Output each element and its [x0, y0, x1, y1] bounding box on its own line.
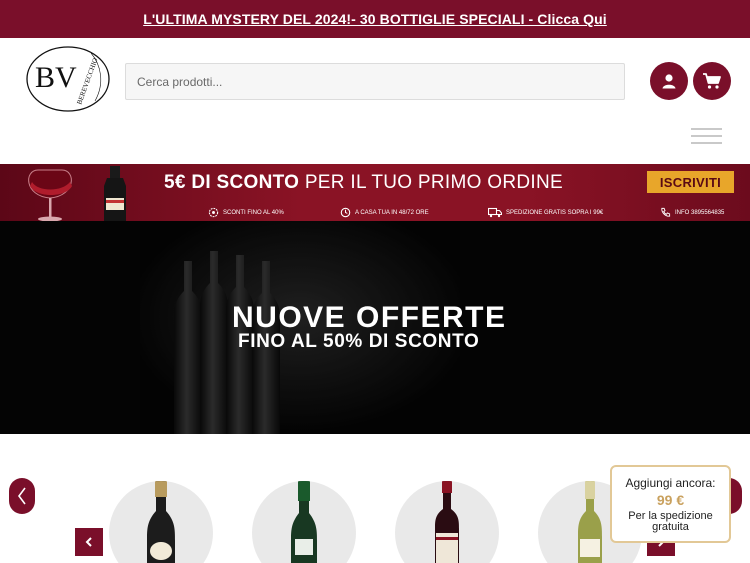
- promo-headline-bold: 5€ DI SCONTO: [164, 172, 300, 193]
- announcement-link[interactable]: L'ULTIMA MYSTERY DEL 2024!- 30 BOTTIGLIE…: [143, 11, 607, 27]
- shipping-notice-caption: Per la spedizione gratuita: [628, 510, 713, 533]
- product-image: [147, 481, 175, 563]
- feature-info: INFO 3895564835: [660, 207, 724, 218]
- hamburger-icon: [691, 128, 722, 144]
- subscribe-button[interactable]: ISCRIVITI: [647, 171, 734, 193]
- site-header: BV BEREVECCHIO: [0, 38, 750, 164]
- gear-badge-icon: [208, 207, 219, 218]
- announcement-bar: L'ULTIMA MYSTERY DEL 2024!- 30 BOTTIGLIE…: [0, 0, 750, 38]
- wine-glass-image: [28, 166, 126, 221]
- product-prev-button[interactable]: [75, 528, 103, 556]
- shipping-remaining-amount: 99 €: [656, 492, 685, 508]
- promo-headline-rest: PER IL TUO PRIMO ORDINE: [304, 172, 563, 193]
- feature-info-label: INFO 3895564835: [675, 209, 725, 216]
- chevron-left-icon: [85, 537, 92, 547]
- logo-wordmark: BEREVECCHIO: [75, 57, 99, 106]
- cart-icon: [703, 73, 721, 89]
- logo-initials: BV: [35, 61, 77, 94]
- product-card-red-wine[interactable]: [395, 481, 499, 563]
- product-image: [435, 481, 459, 563]
- phone-icon: [661, 207, 671, 217]
- feature-delivery: A CASA TUA IN 48/72 ORE: [340, 207, 429, 218]
- brand-logo[interactable]: BV BEREVECCHIO: [25, 43, 111, 113]
- product-card-prosecco[interactable]: [252, 481, 356, 563]
- shipping-notice-label: Aggiungi ancora:: [625, 476, 716, 490]
- product-image: [291, 481, 317, 563]
- promo-headline: 5€ DI SCONTO PER IL TUO PRIMO ORDINE: [164, 172, 563, 194]
- search-input[interactable]: [125, 63, 625, 100]
- promo-features: SCONTI FINO AL 40% A CASA TUA IN 48/72 O…: [208, 207, 738, 219]
- hero-banner[interactable]: NUOVE OFFERTE FINO AL 50% DI SCONTO: [0, 221, 750, 434]
- hero-subtitle: FINO AL 50% DI SCONTO: [238, 331, 480, 352]
- user-icon: [662, 74, 676, 89]
- free-shipping-notice: Aggiungi ancora: 99 € Per la spedizione …: [610, 465, 731, 543]
- account-button[interactable]: [650, 62, 688, 100]
- cart-button[interactable]: [693, 62, 731, 100]
- feature-shipping: SPEDIZIONE GRATIS SOPRA I 99€: [488, 207, 603, 218]
- feature-shipping-label: SPEDIZIONE GRATIS SOPRA I 99€: [506, 209, 604, 216]
- hero-title: NUOVE OFFERTE: [232, 301, 507, 334]
- feature-discount-label: SCONTI FINO AL 40%: [223, 209, 284, 216]
- feature-discount: SCONTI FINO AL 40%: [208, 207, 284, 218]
- carousel-prev-button[interactable]: [9, 478, 35, 514]
- clock-icon: [340, 207, 351, 218]
- feature-delivery-label: A CASA TUA IN 48/72 ORE: [355, 209, 429, 216]
- truck-icon: [488, 207, 502, 218]
- promo-banner[interactable]: 5€ DI SCONTO PER IL TUO PRIMO ORDINE ISC…: [0, 164, 750, 221]
- product-card-champagne[interactable]: [109, 481, 213, 563]
- chevron-left-icon: [18, 487, 26, 505]
- menu-button[interactable]: [691, 126, 723, 148]
